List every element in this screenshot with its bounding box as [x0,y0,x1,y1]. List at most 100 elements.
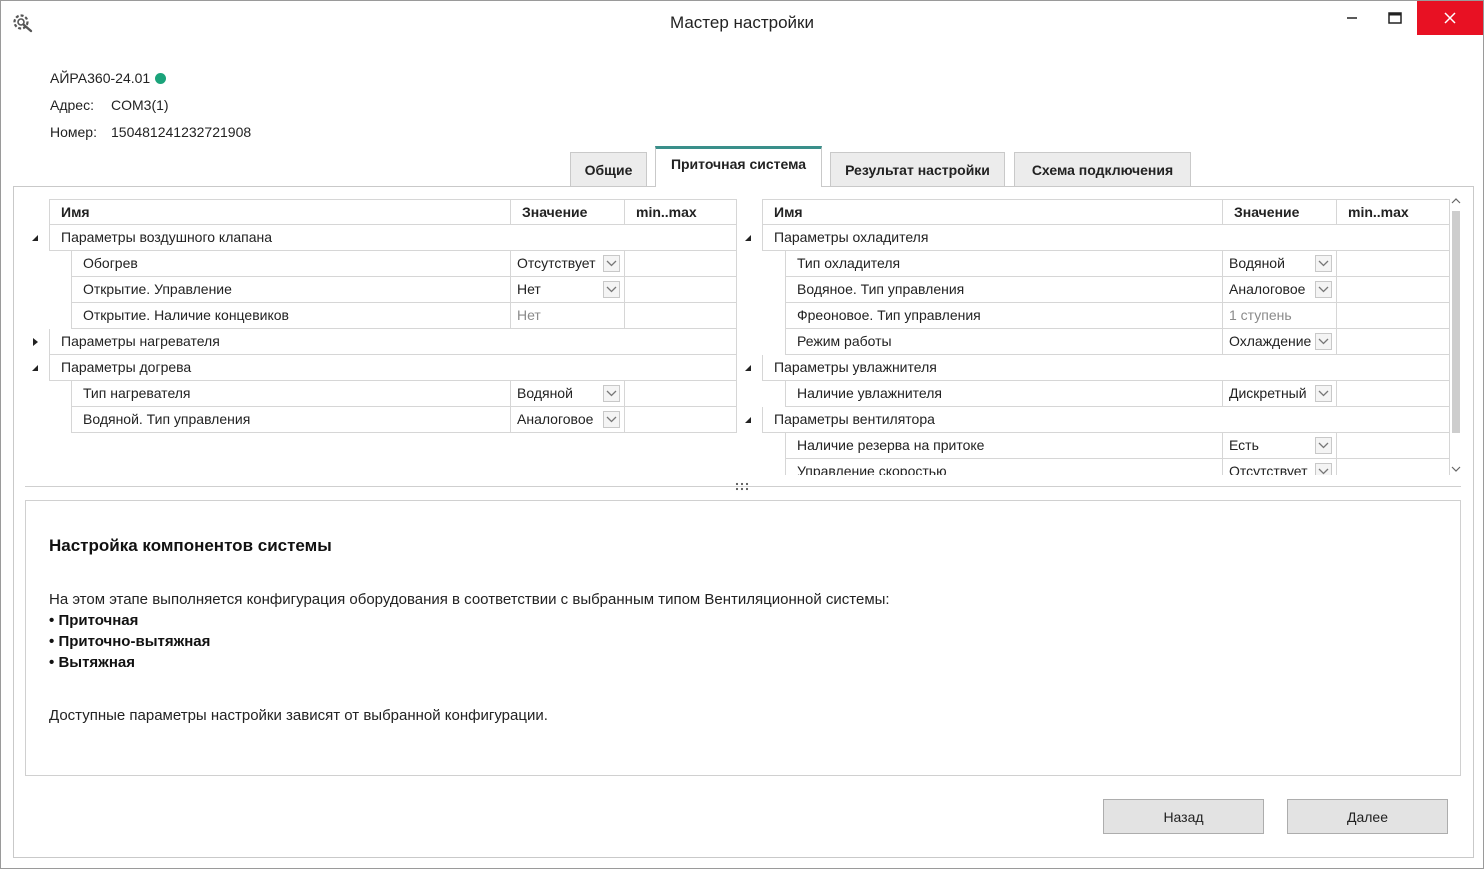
property-row[interactable]: Обогрев Отсутствует [25,251,738,277]
scrollbar-thumb[interactable] [1452,211,1460,433]
property-value[interactable]: Нет [511,277,625,303]
property-range [625,251,737,277]
property-value[interactable]: Охлаждение [1223,329,1337,355]
property-row[interactable]: Наличие увлажнителя Дискретный [739,381,1450,407]
minimize-button[interactable] [1329,1,1375,35]
group-row[interactable]: Параметры увлажнителя [739,355,1450,381]
group-label: Параметры воздушного клапана [49,225,737,251]
back-button[interactable]: Назад [1103,799,1264,834]
maximize-button[interactable] [1372,1,1418,35]
collapse-triangle-icon[interactable] [743,415,753,425]
collapse-triangle-icon[interactable] [743,363,753,373]
chevron-down-icon [1318,286,1329,293]
property-range [1337,251,1450,277]
property-name: Открытие. Наличие концевиков [71,303,511,329]
device-number-line: Номер: 150481241232721908 [50,124,251,140]
next-button[interactable]: Далее [1287,799,1448,834]
property-value-text: Есть [1229,437,1259,453]
property-value-text: Отсутствует [1229,463,1308,475]
column-header-name[interactable]: Имя [762,199,1223,225]
property-value[interactable]: Нет [511,303,625,329]
tab-wiring-diagram[interactable]: Схема подключения [1014,152,1191,186]
title-bar: Мастер настройки [1,1,1483,47]
property-value[interactable]: Водяной [511,381,625,407]
property-name: Наличие резерва на притоке [785,433,1223,459]
description-footer: Доступные параметры настройки зависят от… [49,707,548,724]
property-row[interactable]: Водяное. Тип управления Аналоговое [739,277,1450,303]
property-row[interactable]: Режим работы Охлаждение [739,329,1450,355]
dropdown-button[interactable] [603,385,620,402]
group-row[interactable]: Параметры нагревателя [25,329,738,355]
property-value-text: Аналоговое [1229,281,1306,297]
expand-triangle-icon[interactable] [30,337,40,347]
description-box: Настройка компонентов системы На этом эт… [25,500,1461,776]
property-row[interactable]: Наличие резерва на притоке Есть [739,433,1450,459]
group-row[interactable]: Параметры вентилятора [739,407,1450,433]
collapse-triangle-icon[interactable] [30,233,40,243]
column-header-value[interactable]: Значение [1223,199,1337,225]
dropdown-button[interactable] [1315,333,1332,350]
property-row[interactable]: Фреоновое. Тип управления 1 ступень [739,303,1450,329]
column-header-range[interactable]: min..max [1337,199,1450,225]
chevron-down-icon [606,286,617,293]
column-header-name[interactable]: Имя [49,199,511,225]
dropdown-button[interactable] [1315,255,1332,272]
description-intro: На этом этапе выполняется конфигурация о… [49,591,890,608]
dropdown-button[interactable] [603,281,620,298]
close-button[interactable] [1417,1,1483,35]
property-name: Наличие увлажнителя [785,381,1223,407]
dropdown-button[interactable] [1315,385,1332,402]
address-label: Адрес: [50,97,94,113]
dropdown-button[interactable] [1315,437,1332,454]
property-value-text: Дискретный [1229,385,1307,401]
address-value: COM3(1) [111,97,169,113]
right-property-grid: Имя Значение min..max Параметры охладителя Т… [739,199,1450,475]
property-row[interactable]: Водяной. Тип управления Аналоговое [25,407,738,433]
collapse-triangle-icon[interactable] [743,233,753,243]
chevron-down-icon [1318,468,1329,475]
tab-setup-result[interactable]: Результат настройки [830,152,1005,186]
close-icon [1444,12,1456,24]
tab-general[interactable]: Общие [570,152,647,186]
group-row[interactable]: Параметры охладителя [739,225,1450,251]
column-header-value[interactable]: Значение [511,199,625,225]
dropdown-button[interactable] [1315,281,1332,298]
property-value[interactable]: Аналоговое [1223,277,1337,303]
property-value[interactable]: Аналоговое [511,407,625,433]
grid-header-row: Имя Значение min..max [25,199,738,225]
chevron-down-icon [606,260,617,267]
scroll-up-icon[interactable] [1451,197,1461,205]
dropdown-button[interactable] [603,411,620,428]
scroll-down-icon[interactable] [1451,465,1461,473]
property-value-text: Охлаждение [1229,333,1312,349]
property-name: Открытие. Управление [71,277,511,303]
property-name: Управление скоростью [785,459,1223,475]
property-value[interactable]: Дискретный [1223,381,1337,407]
number-label: Номер: [50,124,97,140]
number-value: 150481241232721908 [111,124,252,140]
property-row[interactable]: Тип охладителя Водяной [739,251,1450,277]
group-row[interactable]: Параметры догрева [25,355,738,381]
right-grid-scrollbar[interactable] [1450,197,1462,475]
property-row[interactable]: Открытие. Наличие концевиков Нет [25,303,738,329]
dropdown-button[interactable] [1315,463,1332,475]
column-header-range[interactable]: min..max [625,199,737,225]
splitter-grip-icon[interactable] [735,482,749,492]
property-value[interactable]: Водяной [1223,251,1337,277]
property-value[interactable]: Есть [1223,433,1337,459]
property-value[interactable]: Отсутствует [511,251,625,277]
property-value[interactable]: Отсутствует [1223,459,1337,475]
property-name: Фреоновое. Тип управления [785,303,1223,329]
property-row[interactable]: Тип нагревателя Водяной [25,381,738,407]
property-name: Тип нагревателя [71,381,511,407]
group-row[interactable]: Параметры воздушного клапана [25,225,738,251]
tab-supply-system[interactable]: Приточная система [655,146,822,187]
group-label: Параметры охладителя [762,225,1450,251]
group-label: Параметры увлажнителя [762,355,1450,381]
collapse-triangle-icon[interactable] [30,363,40,373]
dropdown-button[interactable] [603,255,620,272]
chevron-down-icon [1318,442,1329,449]
property-value[interactable]: 1 ступень [1223,303,1337,329]
property-row[interactable]: Открытие. Управление Нет [25,277,738,303]
property-row[interactable]: Управление скоростью Отсутствует [739,459,1450,475]
